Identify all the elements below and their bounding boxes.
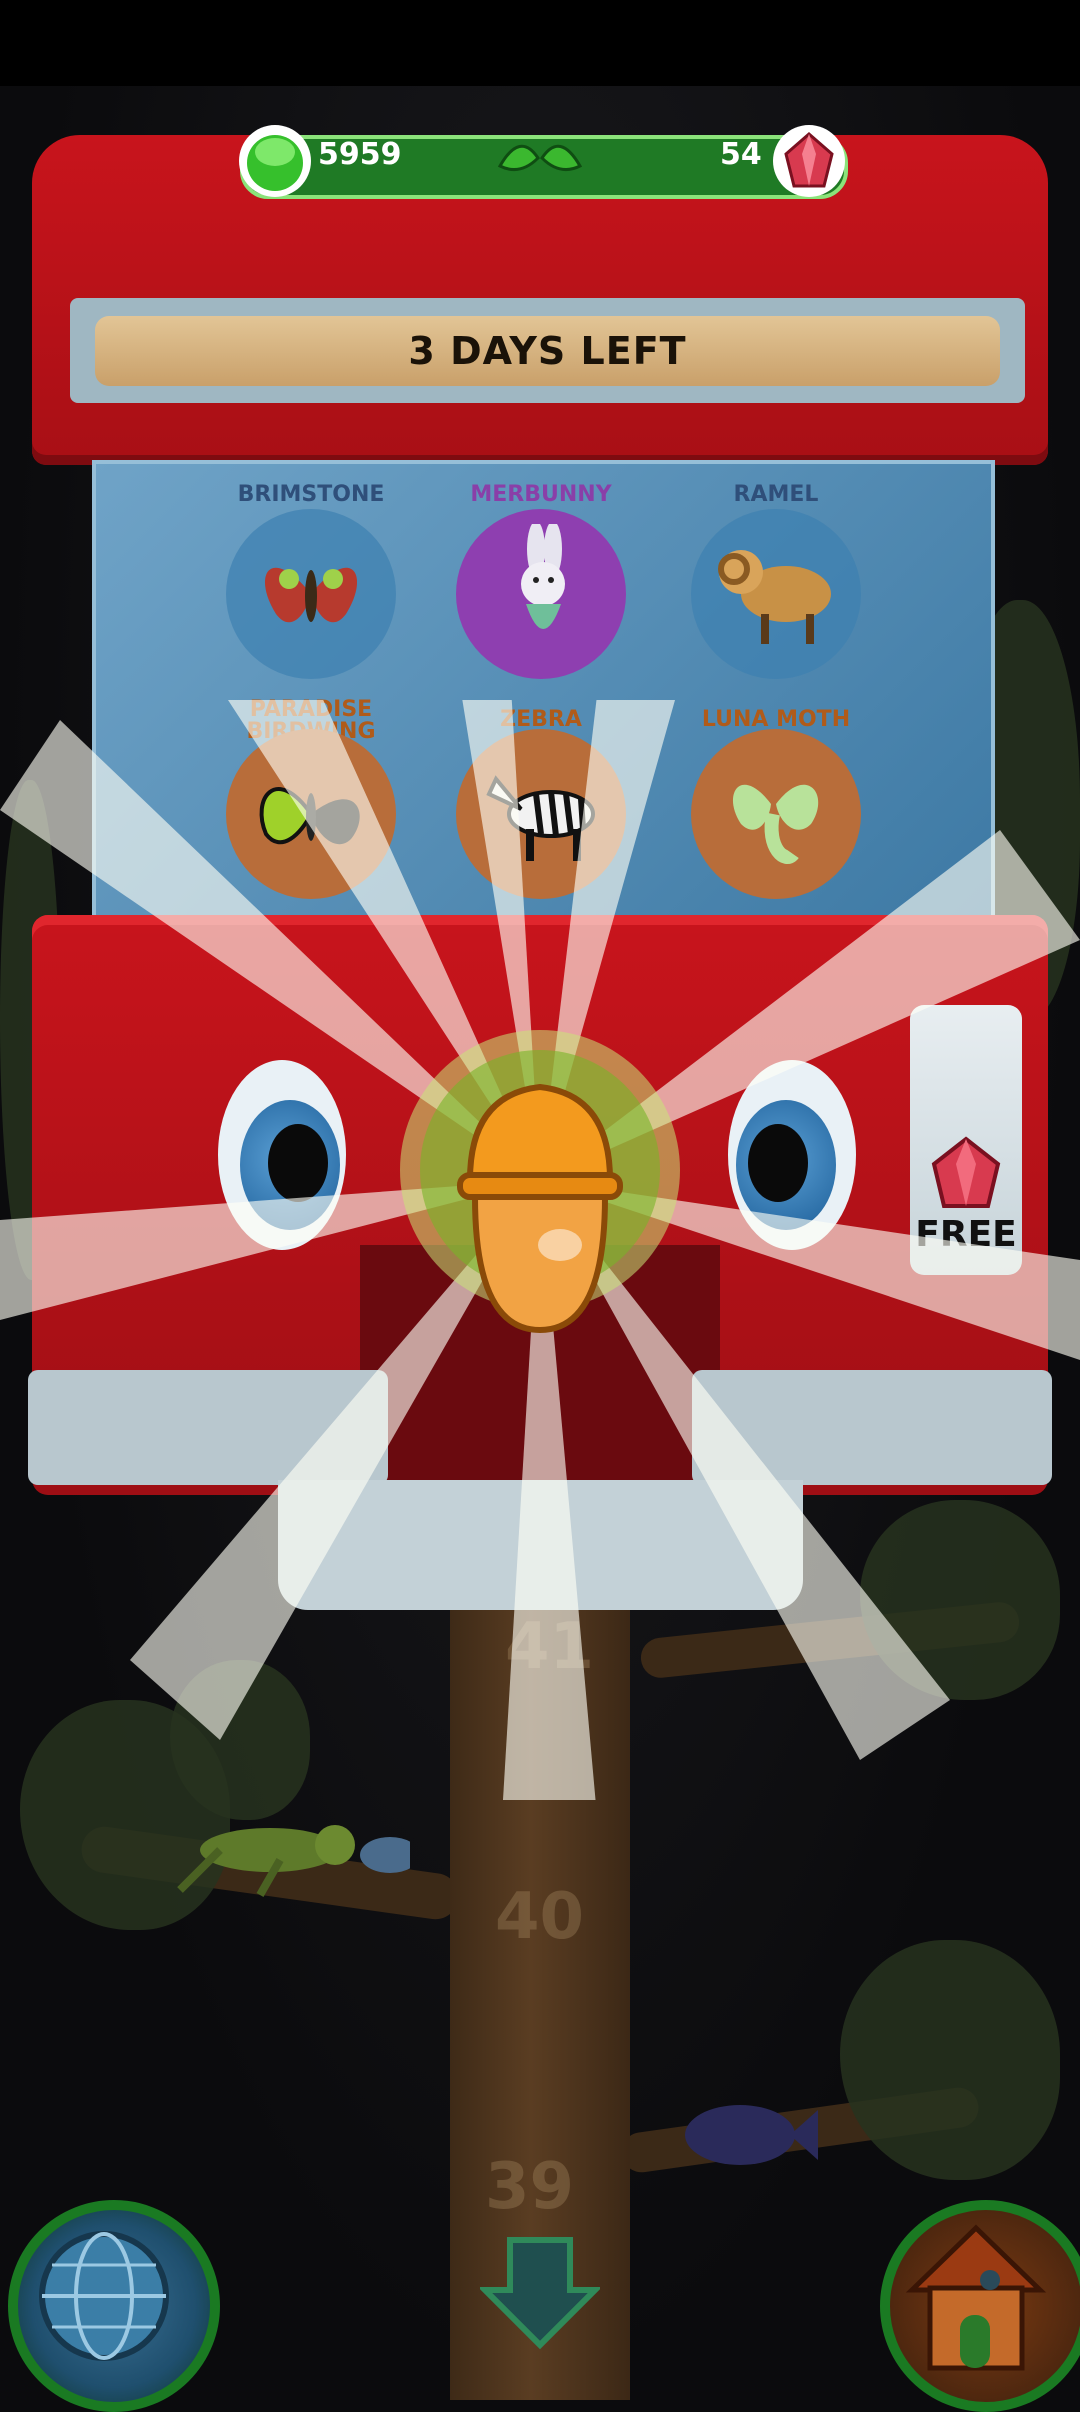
machine-tray-right (692, 1370, 1052, 1485)
red-gem-icon (773, 125, 845, 197)
status-bar (0, 0, 1080, 86)
ramel-icon (718, 550, 831, 644)
creature-card-merbunny[interactable] (456, 509, 626, 679)
birdhouse-button[interactable] (880, 2200, 1080, 2412)
red-gem-icon (931, 1136, 1001, 1208)
butterfly-icon (264, 567, 358, 623)
creature-label: MERBUNNY (470, 482, 612, 507)
machine-tray-left (28, 1370, 388, 1485)
zebra-icon (486, 775, 595, 861)
merbunny-icon (521, 524, 565, 629)
globe-icon (39, 2231, 169, 2361)
tree-level-number: 40 (495, 1880, 585, 1954)
anglerfish-icon (685, 2105, 818, 2165)
machine-eye-left (218, 1060, 346, 1250)
tree-level-number: 39 (485, 2150, 575, 2224)
creature-label: RAMEL (733, 482, 819, 507)
machine-eye-right (728, 1060, 856, 1250)
event-banner: 3 DAYS LEFT (95, 316, 1000, 386)
creature-card-luna-moth[interactable] (691, 729, 861, 899)
gem-count: 54 (720, 137, 762, 172)
machine-tray-bottom (278, 1480, 803, 1610)
tree-level-number: 41 (505, 1610, 595, 1684)
creature-card-zebra[interactable] (456, 729, 626, 899)
capsule-window: BRIMSTONE MERBUNNY RAMEL PARADISE BIRDWI… (92, 460, 995, 933)
free-spin-button[interactable]: FREE (910, 1005, 1022, 1275)
creature-card-paradise-birdwing[interactable] (226, 729, 396, 899)
days-left-label: 3 DAYS LEFT (408, 329, 687, 373)
creature-card-ramel[interactable] (691, 509, 861, 679)
creature-label: ZEBRA (500, 707, 582, 732)
down-arrow-icon[interactable] (480, 2230, 600, 2350)
creature-label: LUNA MOTH (701, 707, 851, 732)
green-gumball-icon (239, 125, 311, 197)
birdwing-icon (259, 787, 360, 845)
creature-card-brimstone[interactable] (226, 509, 396, 679)
luna-moth-icon (732, 784, 819, 864)
globe-button[interactable] (8, 2200, 220, 2412)
birdhouse-icon (905, 2224, 1047, 2371)
leaf-ornament-icon (497, 144, 583, 172)
orange-capsule-icon (457, 1083, 623, 1334)
grasshopper-icon (177, 1825, 410, 1897)
free-label: FREE (915, 1214, 1017, 1255)
creature-label: BRIMSTONE (237, 482, 385, 507)
gumball-count: 5959 (318, 137, 402, 172)
